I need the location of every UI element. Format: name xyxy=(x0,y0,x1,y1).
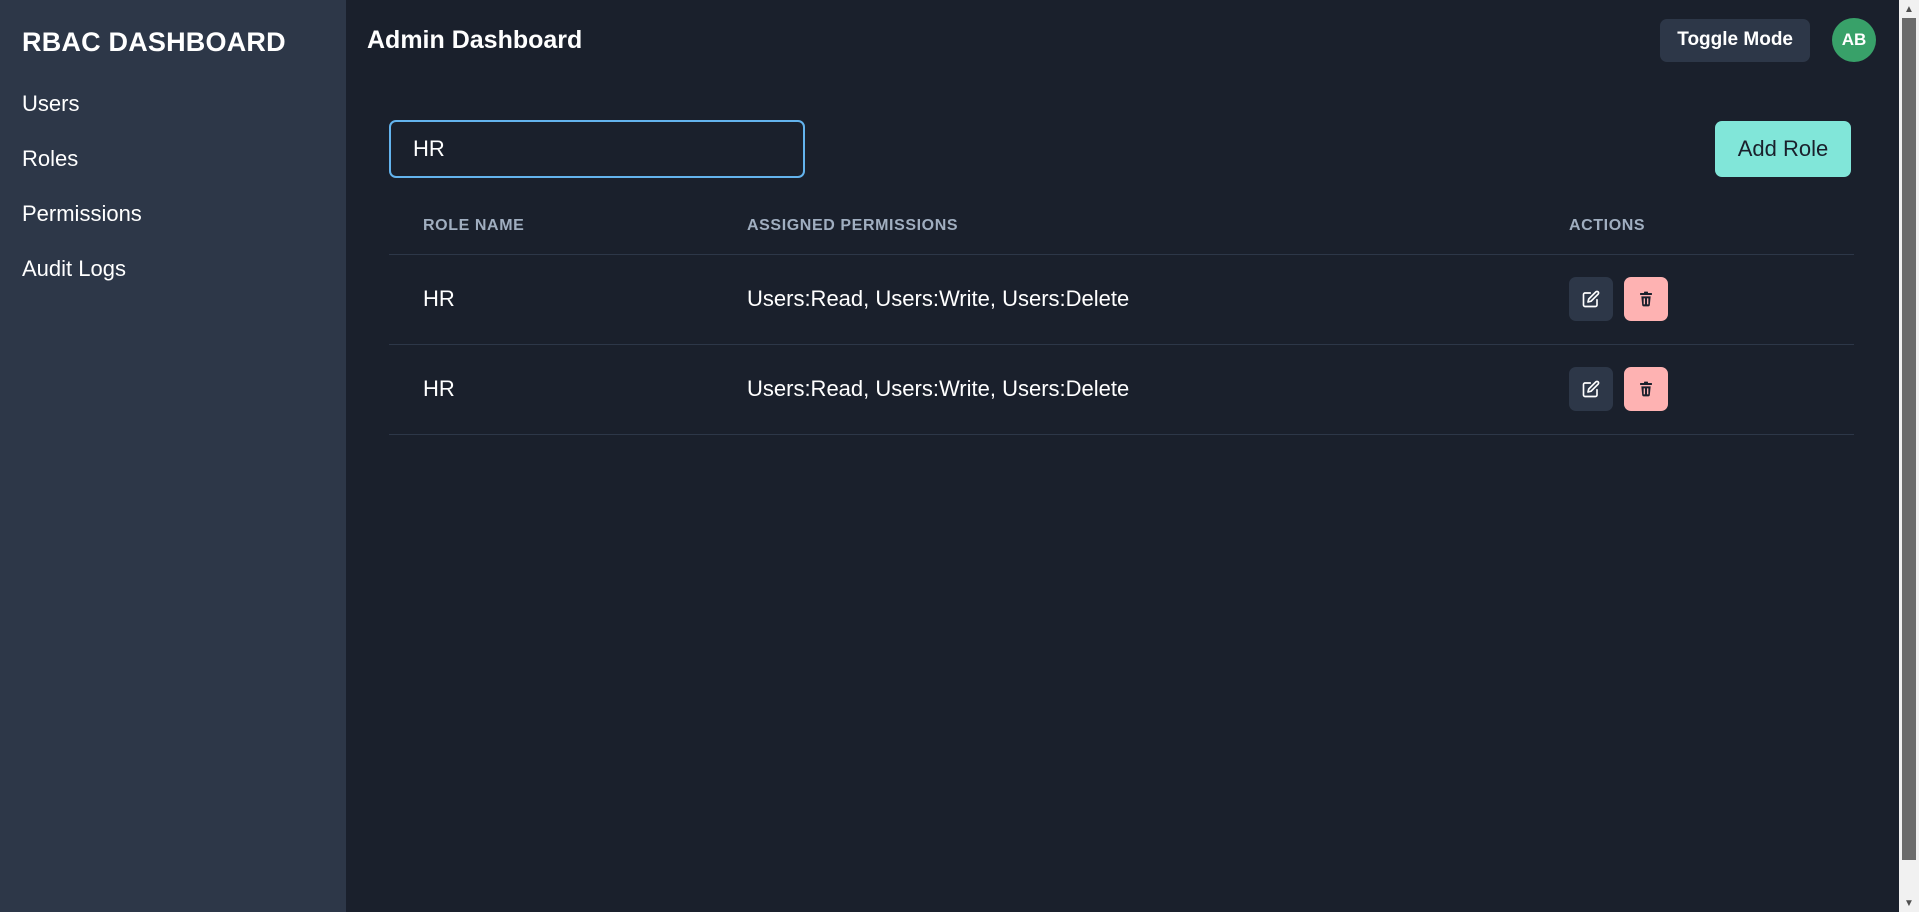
roles-table: ROLE NAME ASSIGNED PERMISSIONS ACTIONS H… xyxy=(389,198,1854,435)
trash-icon xyxy=(1640,291,1652,307)
toggle-mode-button[interactable]: Toggle Mode xyxy=(1660,18,1810,62)
sidebar-item-permissions[interactable]: Permissions xyxy=(22,186,324,241)
table-row: HR Users:Read, Users:Write, Users:Delete xyxy=(389,254,1854,345)
table-header-row: ROLE NAME ASSIGNED PERMISSIONS ACTIONS xyxy=(389,198,1854,255)
sidebar-item-roles[interactable]: Roles xyxy=(22,131,324,186)
scroll-thumb[interactable] xyxy=(1902,18,1916,860)
column-header-role-name: ROLE NAME xyxy=(389,198,713,255)
trash-icon xyxy=(1640,381,1652,397)
vertical-scrollbar[interactable]: ▲ ▼ xyxy=(1899,0,1919,912)
sidebar: RBAC DASHBOARD Users Roles Permissions A… xyxy=(0,0,346,912)
row-actions xyxy=(1569,367,1854,411)
edit-button[interactable] xyxy=(1569,367,1613,411)
actions-cell xyxy=(1535,254,1854,345)
column-header-actions: ACTIONS xyxy=(1535,198,1854,255)
delete-button[interactable] xyxy=(1624,367,1668,411)
page-title: Admin Dashboard xyxy=(367,25,583,54)
avatar[interactable]: AB xyxy=(1832,18,1876,62)
scroll-down-arrow-icon[interactable]: ▼ xyxy=(1899,894,1919,912)
add-role-button[interactable]: Add Role xyxy=(1715,121,1851,177)
top-bar: Admin Dashboard Toggle Mode AB xyxy=(346,0,1919,80)
top-bar-actions: Toggle Mode AB xyxy=(1660,18,1876,62)
delete-button[interactable] xyxy=(1624,277,1668,321)
actions-cell xyxy=(1535,344,1854,435)
search-input[interactable] xyxy=(389,120,805,178)
permissions-cell: Users:Read, Users:Write, Users:Delete xyxy=(713,254,1535,345)
role-name-cell: HR xyxy=(389,344,713,435)
permissions-cell: Users:Read, Users:Write, Users:Delete xyxy=(713,344,1535,435)
edit-icon xyxy=(1582,380,1600,398)
sidebar-item-audit-logs[interactable]: Audit Logs xyxy=(22,241,324,296)
roles-content: Add Role ROLE NAME ASSIGNED PERMISSIONS … xyxy=(346,80,1854,435)
brand-title: RBAC DASHBOARD xyxy=(22,27,286,57)
sidebar-item-users[interactable]: Users xyxy=(22,76,324,131)
edit-icon xyxy=(1582,290,1600,308)
edit-button[interactable] xyxy=(1569,277,1613,321)
app: RBAC DASHBOARD Users Roles Permissions A… xyxy=(0,0,1919,912)
main-area: Admin Dashboard Toggle Mode AB Add Role … xyxy=(346,0,1919,912)
roles-toolbar: Add Role xyxy=(389,120,1851,178)
row-actions xyxy=(1569,277,1854,321)
table-row: HR Users:Read, Users:Write, Users:Delete xyxy=(389,344,1854,435)
scroll-up-arrow-icon[interactable]: ▲ xyxy=(1899,0,1919,18)
column-header-permissions: ASSIGNED PERMISSIONS xyxy=(713,198,1535,255)
role-name-cell: HR xyxy=(389,254,713,345)
